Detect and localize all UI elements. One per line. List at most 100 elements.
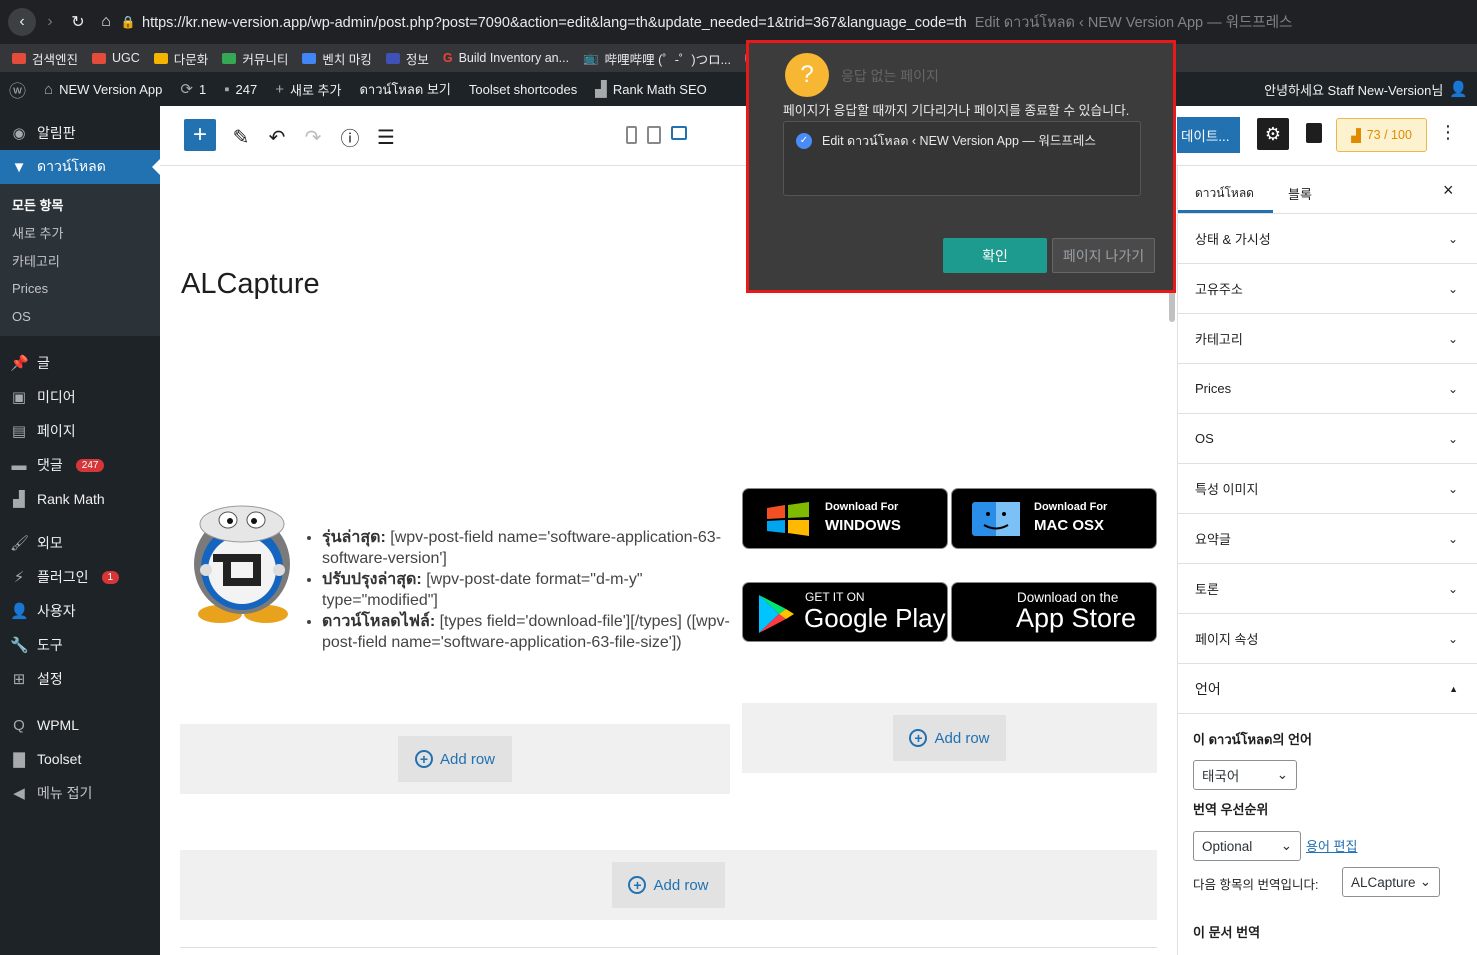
collapse-menu-button[interactable]: ◀ 메뉴 접기 — [0, 776, 160, 810]
google-play-button[interactable]: GET IT ON Google Play — [742, 582, 948, 642]
updates-link[interactable]: ⟳ 1 — [171, 80, 215, 98]
panel-row-os[interactable]: OS ⌄ — [1178, 414, 1477, 464]
add-block-button[interactable]: + — [184, 119, 216, 151]
sidebar-item-wpml[interactable]: Q WPML — [0, 708, 160, 742]
home-icon[interactable]: ⌂ — [92, 8, 120, 36]
panel-row-featured-image[interactable]: 특성 이미지 ⌄ — [1178, 464, 1477, 514]
address-bar[interactable]: https://kr.new-version.app/wp-admin/post… — [142, 11, 1292, 34]
wait-button[interactable]: 확인 — [943, 238, 1047, 273]
comments-link[interactable]: ▪ 247 — [215, 81, 266, 98]
plus-circle-icon: + — [909, 729, 928, 747]
priority-select[interactable]: Optional ⌄ — [1193, 831, 1301, 861]
submenu-categories[interactable]: 카테고리 — [0, 246, 160, 274]
list-view-icon[interactable]: ☰ — [371, 122, 401, 152]
sidebar-item-comments[interactable]: ▬ 댓글 247 — [0, 448, 160, 482]
panel-row-page-attributes[interactable]: 페이지 속성 ⌄ — [1178, 614, 1477, 664]
windows-icon — [767, 502, 809, 536]
account-link[interactable]: 안녕하세요 Staff New-Version님 👤 — [1255, 80, 1477, 99]
download-windows-button[interactable]: Download For WINDOWS — [742, 488, 948, 549]
sidebar-item-label: 플러그인 — [37, 569, 89, 585]
desktop-view-icon[interactable] — [671, 126, 687, 140]
sidebar-item-downloads[interactable]: ▼ ดาวน์โหลด — [0, 150, 160, 184]
panel-row-permalink[interactable]: 고유주소 ⌄ — [1178, 264, 1477, 314]
sidebar-item-dashboard[interactable]: ◉ 알림판 — [0, 116, 160, 150]
wp-logo-icon[interactable]: ⓦ — [0, 77, 35, 102]
submenu-all-items[interactable]: 모든 항목 — [0, 190, 160, 218]
info-icon[interactable]: ⓘ — [335, 122, 365, 152]
post-title[interactable]: ALCapture — [181, 268, 320, 301]
back-icon[interactable]: ‹ — [8, 8, 36, 36]
submenu-prices[interactable]: Prices — [0, 274, 160, 302]
bookmark-item[interactable]: 커뮤니티 — [222, 49, 288, 68]
chevron-up-icon: ▲ — [1449, 683, 1458, 694]
mobile-view-icon[interactable] — [626, 126, 637, 144]
panel-row-language[interactable]: 언어 ▲ — [1178, 664, 1477, 714]
bookmark-item[interactable]: G Build Inventory an... — [443, 51, 569, 65]
panel-row-label: Prices — [1195, 381, 1232, 396]
clipboard-icon[interactable] — [1306, 123, 1322, 143]
sidebar-item-toolset[interactable]: ▇ Toolset — [0, 742, 160, 776]
folder-icon — [302, 52, 317, 64]
glossary-edit-link[interactable]: 용어 편집 — [1306, 836, 1357, 855]
add-row-button[interactable]: + Add row — [612, 862, 725, 908]
close-icon[interactable]: × — [1443, 180, 1454, 201]
sidebar-item-appearance[interactable]: 🖌 외모 — [0, 526, 160, 560]
app-store-button[interactable]: Download on the App Store — [951, 582, 1157, 642]
update-icon: ⟳ — [180, 81, 193, 98]
exit-page-button[interactable]: 페이지 나가기 — [1052, 238, 1155, 273]
sidebar-item-posts[interactable]: 📌 글 — [0, 346, 160, 380]
toolset-link[interactable]: Toolset shortcodes — [460, 82, 586, 97]
row-placeholder: + Add row — [742, 703, 1157, 773]
panel-row-label: 언어 — [1195, 680, 1221, 697]
undo-icon[interactable]: ↶ — [262, 122, 292, 152]
redo-icon[interactable]: ↷ — [298, 122, 328, 152]
panel-row-excerpt[interactable]: 요약글 ⌄ — [1178, 514, 1477, 564]
chevron-down-icon: ⌄ — [1419, 874, 1431, 889]
add-row-button[interactable]: + Add row — [398, 736, 512, 782]
admin-sidebar: ◉ 알림판 ▼ ดาวน์โหลด 모든 항목 새로 추가 카테고리 Prices … — [0, 106, 160, 955]
submenu-add-new[interactable]: 새로 추가 — [0, 218, 160, 246]
panel-row-label: 토론 — [1195, 582, 1219, 597]
list-item[interactable]: ✓ Edit ดาวน์โหลด ‹ NEW Version App — 워드프… — [796, 130, 1096, 151]
bookmark-item[interactable]: 📺 哔哩哔哩 (゜-゜)つロ... — [583, 49, 731, 68]
panel-row-categories[interactable]: 카테고리 ⌄ — [1178, 314, 1477, 364]
unresponsive-page-dialog: ? 응답 없는 페이지 페이지가 응답할 때까지 기다리거나 페이지를 종료할 … — [746, 40, 1176, 293]
sidebar-item-settings[interactable]: ⊞ 설정 — [0, 662, 160, 696]
reload-icon[interactable]: ↻ — [64, 8, 92, 36]
edit-pencil-icon[interactable]: ✎ — [226, 122, 256, 152]
tab-block[interactable]: 블록 — [1288, 184, 1312, 203]
panel-row-discussion[interactable]: 토론 ⌄ — [1178, 564, 1477, 614]
download-mac-button[interactable]: Download For MAC OSX — [951, 488, 1157, 549]
language-select[interactable]: 태국어 ⌄ — [1193, 760, 1297, 790]
more-options-icon[interactable]: ⋮ — [1439, 122, 1457, 143]
bookmark-item[interactable]: 다문화 — [153, 49, 208, 68]
translation-of-select[interactable]: ALCapture ⌄ — [1342, 867, 1440, 897]
bookmark-item[interactable]: 정보 — [385, 49, 429, 68]
update-button[interactable]: 데이트... — [1177, 117, 1240, 153]
rankmath-score-button[interactable]: ▟ 73 / 100 — [1336, 118, 1427, 152]
sidebar-item-label: Toolset — [37, 751, 82, 767]
sidebar-item-users[interactable]: 👤 사용자 — [0, 594, 160, 628]
app-logo-icon — [194, 505, 290, 623]
new-content-link[interactable]: + 새로 추가 — [266, 80, 350, 99]
add-row-button[interactable]: + Add row — [893, 715, 1006, 761]
sidebar-item-pages[interactable]: ▤ 페이지 — [0, 414, 160, 448]
bookmark-item[interactable]: 검색엔진 — [12, 49, 78, 68]
panel-row-status[interactable]: 상태 & 가시성 ⌄ — [1178, 214, 1477, 264]
bookmark-item[interactable]: 벤치 마킹 — [302, 49, 372, 68]
site-name-link[interactable]: ⌂ NEW Version App — [35, 81, 171, 98]
rankmath-link[interactable]: ▟ Rank Math SEO — [586, 80, 715, 98]
tablet-view-icon[interactable] — [647, 126, 661, 144]
forward-icon[interactable]: › — [36, 8, 64, 36]
sidebar-item-plugins[interactable]: ⚡ 플러그인 1 — [0, 560, 160, 594]
bookmark-item[interactable]: UGC — [92, 51, 140, 65]
sidebar-item-rankmath[interactable]: ▟ Rank Math — [0, 482, 160, 516]
google-play-icon — [759, 595, 794, 633]
sidebar-item-media[interactable]: ▣ 미디어 — [0, 380, 160, 414]
submenu-os[interactable]: OS — [0, 302, 160, 330]
view-post-link[interactable]: ดาวน์โหลด 보기 — [350, 79, 459, 100]
sidebar-item-tools[interactable]: 🔧 도구 — [0, 628, 160, 662]
tab-document[interactable]: ดาวน์โหลด — [1195, 184, 1254, 203]
settings-gear-icon[interactable]: ⚙ — [1257, 118, 1289, 150]
panel-row-prices[interactable]: Prices ⌄ — [1178, 364, 1477, 414]
